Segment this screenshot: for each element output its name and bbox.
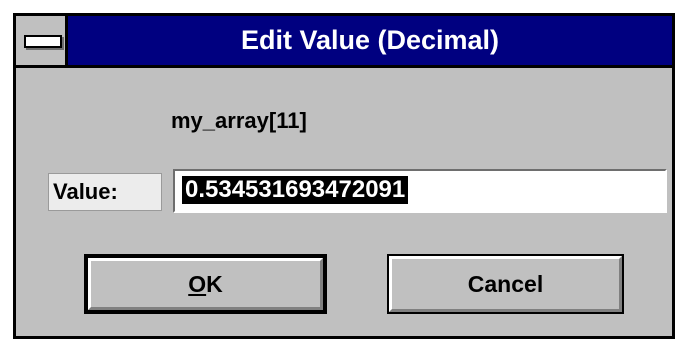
system-menu-icon — [24, 35, 62, 48]
title-bar[interactable]: Edit Value (Decimal) — [16, 16, 672, 68]
edit-value-dialog: Edit Value (Decimal) my_array[11] Value:… — [13, 13, 675, 339]
cancel-button[interactable]: Cancel — [387, 254, 624, 314]
dialog-title: Edit Value (Decimal) — [240, 25, 500, 55]
ok-mnemonic: O — [188, 271, 207, 297]
value-label: Value: — [48, 173, 162, 211]
value-input-text: 0.534531693472091 — [182, 176, 409, 204]
item-name-label: my_array[11] — [171, 108, 307, 133]
ok-label-rest: K — [206, 271, 223, 297]
system-menu-button[interactable] — [16, 16, 68, 65]
ok-button[interactable]: OK — [84, 254, 327, 314]
value-input[interactable]: 0.534531693472091 — [173, 169, 667, 213]
ok-button-face: OK — [88, 258, 323, 310]
cancel-button-label: Cancel — [389, 256, 622, 312]
